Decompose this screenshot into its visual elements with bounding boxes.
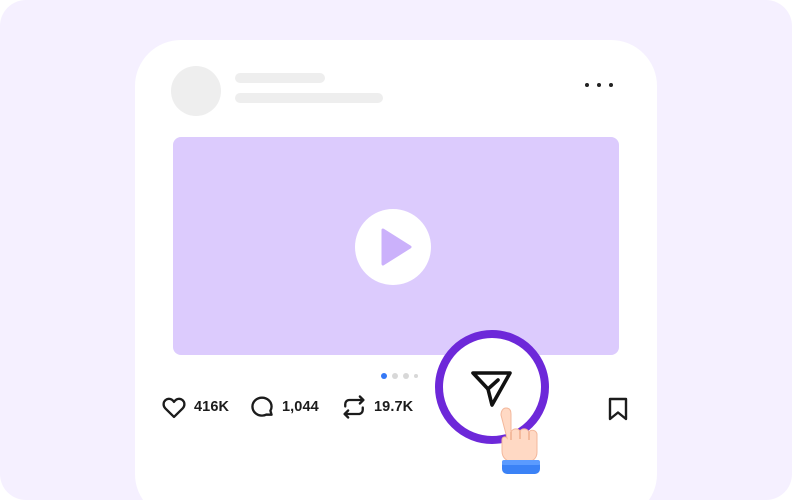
bookmark-button[interactable]: [606, 396, 630, 427]
like-button[interactable]: 416K: [160, 393, 229, 421]
like-count: 416K: [194, 399, 230, 415]
repost-button[interactable]: 19.7K: [340, 393, 413, 421]
repost-icon: [343, 395, 365, 419]
carousel-dot-active[interactable]: [381, 373, 387, 379]
username-placeholder: [235, 73, 325, 83]
subtitle-placeholder: [235, 93, 383, 103]
carousel-indicator: [381, 373, 418, 379]
comment-bubble-icon: [251, 396, 273, 417]
page-background: 416K 1,044 19.7K: [0, 0, 792, 500]
repost-count: 19.7K: [374, 399, 414, 415]
heart-icon: [162, 397, 186, 419]
carousel-dot[interactable]: [392, 373, 398, 379]
carousel-dot[interactable]: [414, 374, 418, 378]
play-icon: [381, 228, 412, 266]
more-horizontal-icon: [585, 83, 589, 87]
comment-button[interactable]: 1,044: [248, 393, 319, 421]
bookmark-icon: [608, 397, 628, 421]
comment-count: 1,044: [282, 399, 319, 415]
post-card: 416K 1,044 19.7K: [135, 40, 657, 500]
pointing-hand-icon: [500, 407, 540, 474]
carousel-dot[interactable]: [403, 373, 409, 379]
play-button[interactable]: [355, 209, 431, 285]
more-options-button[interactable]: [585, 78, 613, 92]
avatar-placeholder: [171, 66, 221, 116]
